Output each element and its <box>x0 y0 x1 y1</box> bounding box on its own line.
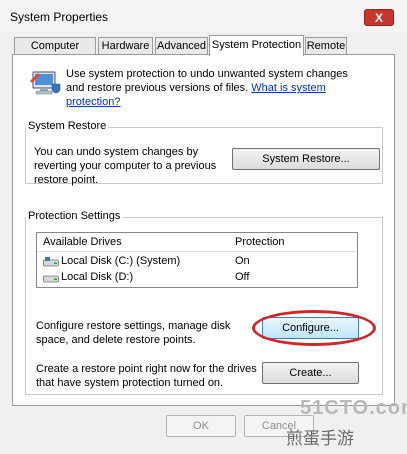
tab-system-protection[interactable]: System Protection <box>209 35 304 56</box>
create-button[interactable]: Create... <box>262 362 359 384</box>
system-drive-icon <box>43 257 59 267</box>
ok-button[interactable]: OK <box>166 415 236 437</box>
drive-protection-status: Off <box>235 271 250 283</box>
tab-advanced[interactable]: Advanced <box>155 37 208 54</box>
protection-settings-label: Protection Settings <box>26 210 123 222</box>
tab-computer-name[interactable]: Computer Name <box>14 37 96 69</box>
drives-list: Available Drives Protection Local Disk (… <box>36 232 358 288</box>
drive-icon <box>43 275 59 283</box>
system-restore-text: You can undo system changes by reverting… <box>34 146 217 186</box>
create-text: Create a restore point right now for the… <box>36 363 257 389</box>
watermark-site: 51CTO.com <box>300 397 407 419</box>
configure-text: Configure restore settings, manage disk … <box>36 320 231 346</box>
system-restore-label: System Restore <box>26 120 109 132</box>
drive-name: Local Disk (D:) <box>61 271 134 283</box>
drive-protection-status: On <box>235 255 250 267</box>
highlight-ellipse <box>252 310 376 346</box>
drive-row[interactable]: Local Disk (C:) (System) On <box>37 254 357 270</box>
close-button[interactable]: X <box>364 9 394 26</box>
system-properties-window: System Properties X Computer Name Hardwa… <box>0 0 407 454</box>
watermark-label: 煎蛋手游 <box>286 429 354 448</box>
tab-hardware[interactable]: Hardware <box>98 37 153 54</box>
column-protection[interactable]: Protection <box>235 236 285 248</box>
window-title: System Properties <box>10 10 109 24</box>
system-restore-button[interactable]: System Restore... <box>232 148 380 170</box>
drive-row[interactable]: Local Disk (D:) Off <box>37 270 357 286</box>
computer-shield-icon <box>30 71 61 95</box>
intro-text: Use system protection to undo unwanted s… <box>66 67 366 109</box>
tab-remote[interactable]: Remote <box>305 37 347 54</box>
column-available-drives[interactable]: Available Drives <box>43 236 122 248</box>
drive-name: Local Disk (C:) (System) <box>61 255 181 267</box>
drives-list-header: Available Drives Protection <box>37 233 357 252</box>
title-bar: System Properties X <box>0 0 407 32</box>
